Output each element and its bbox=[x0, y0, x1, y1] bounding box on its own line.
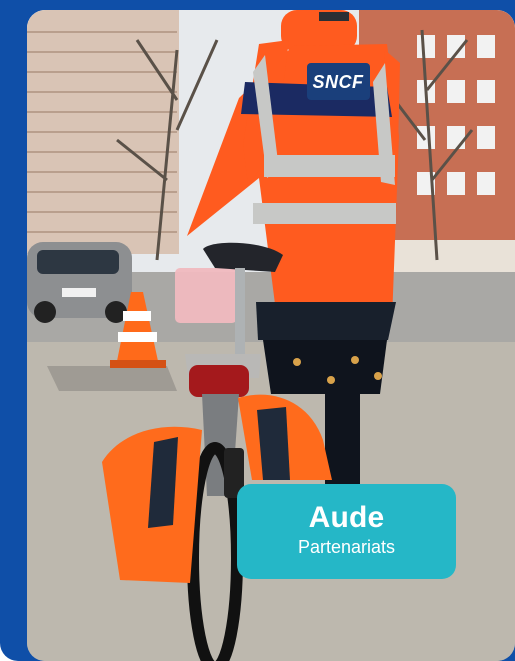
tree-grate bbox=[47, 366, 177, 391]
page: SNCF Aude Partenariats bbox=[0, 0, 515, 661]
person-role: Partenariats bbox=[297, 537, 396, 557]
right-shopfront bbox=[387, 240, 515, 276]
sncf-logo-text: SNCF bbox=[313, 72, 365, 92]
profile-name-card: Aude Partenariats bbox=[237, 484, 456, 579]
person-name: Aude bbox=[308, 501, 385, 534]
parked-car bbox=[27, 242, 132, 323]
